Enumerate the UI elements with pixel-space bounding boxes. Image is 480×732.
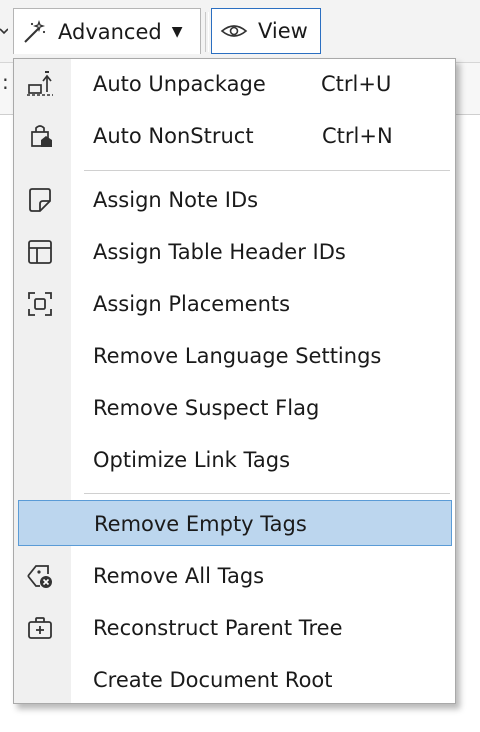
package-tag-icon — [26, 122, 54, 150]
menu-item-remove-empty-tags[interactable]: Remove Empty Tags — [18, 500, 452, 546]
menu-separator — [84, 170, 450, 171]
menu-item-shortcut: Ctrl+U — [321, 72, 392, 96]
menu-item-label: Remove Empty Tags — [94, 512, 307, 536]
magic-wand-icon — [24, 19, 46, 43]
menu-item-create-document-root[interactable]: Create Document Root — [18, 657, 452, 703]
menu-item-label: Remove Suspect Flag — [93, 396, 320, 420]
overflow-grip-icon[interactable]: : — [2, 72, 9, 92]
advanced-label: Advanced — [58, 19, 162, 44]
menu-separator — [84, 493, 450, 494]
menu-item-assign-placements[interactable]: Assign Placements — [18, 281, 452, 327]
menu-item-shortcut: Ctrl+N — [322, 124, 393, 148]
note-icon — [26, 186, 54, 214]
menu-item-assign-table-header-ids[interactable]: Assign Table Header IDs — [18, 229, 452, 275]
menu-item-label: Remove Language Settings — [93, 344, 382, 368]
menu-item-remove-suspect-flag[interactable]: Remove Suspect Flag — [18, 385, 452, 431]
menu-item-label: Reconstruct Parent Tree — [93, 616, 343, 640]
menu-item-remove-language-settings[interactable]: Remove Language Settings — [18, 333, 452, 379]
eye-icon — [220, 25, 248, 37]
view-label: View — [258, 19, 308, 43]
menu-item-label: Remove All Tags — [93, 564, 265, 588]
menu-item-label: Optimize Link Tags — [93, 448, 291, 472]
menu-item-label: Create Document Root — [93, 668, 333, 692]
chevron-down-icon: ▼ — [171, 23, 183, 40]
menu-item-assign-note-ids[interactable]: Assign Note IDs — [18, 177, 452, 223]
menu-item-label: Assign Table Header IDs — [93, 240, 346, 264]
chevron-down-icon[interactable] — [0, 24, 8, 38]
tag-remove-icon — [26, 562, 54, 590]
advanced-menu-button[interactable]: Advanced ▼ — [13, 8, 201, 54]
menu-item-label: Assign Note IDs — [93, 188, 259, 212]
table-header-icon — [26, 238, 54, 266]
advanced-dropdown-menu: Auto Unpackage Ctrl+U Auto NonStruct Ctr… — [13, 58, 456, 704]
menu-item-reconstruct-parent-tree[interactable]: Reconstruct Parent Tree — [18, 605, 452, 651]
menu-item-label: Assign Placements — [93, 292, 291, 316]
unpackage-icon — [26, 70, 54, 98]
menu-item-auto-unpackage[interactable]: Auto Unpackage Ctrl+U — [18, 61, 452, 107]
menu-item-auto-nonstruct[interactable]: Auto NonStruct Ctrl+N — [18, 113, 452, 159]
placement-frame-icon — [26, 290, 54, 318]
menu-item-label: Auto NonStruct — [93, 124, 254, 148]
medical-kit-icon — [26, 614, 54, 642]
toolbar-separator — [205, 12, 209, 52]
menu-item-remove-all-tags[interactable]: Remove All Tags — [18, 553, 452, 599]
menu-item-label: Auto Unpackage — [93, 72, 266, 96]
view-menu-button[interactable]: View — [211, 8, 321, 54]
menu-item-optimize-link-tags[interactable]: Optimize Link Tags — [18, 437, 452, 483]
